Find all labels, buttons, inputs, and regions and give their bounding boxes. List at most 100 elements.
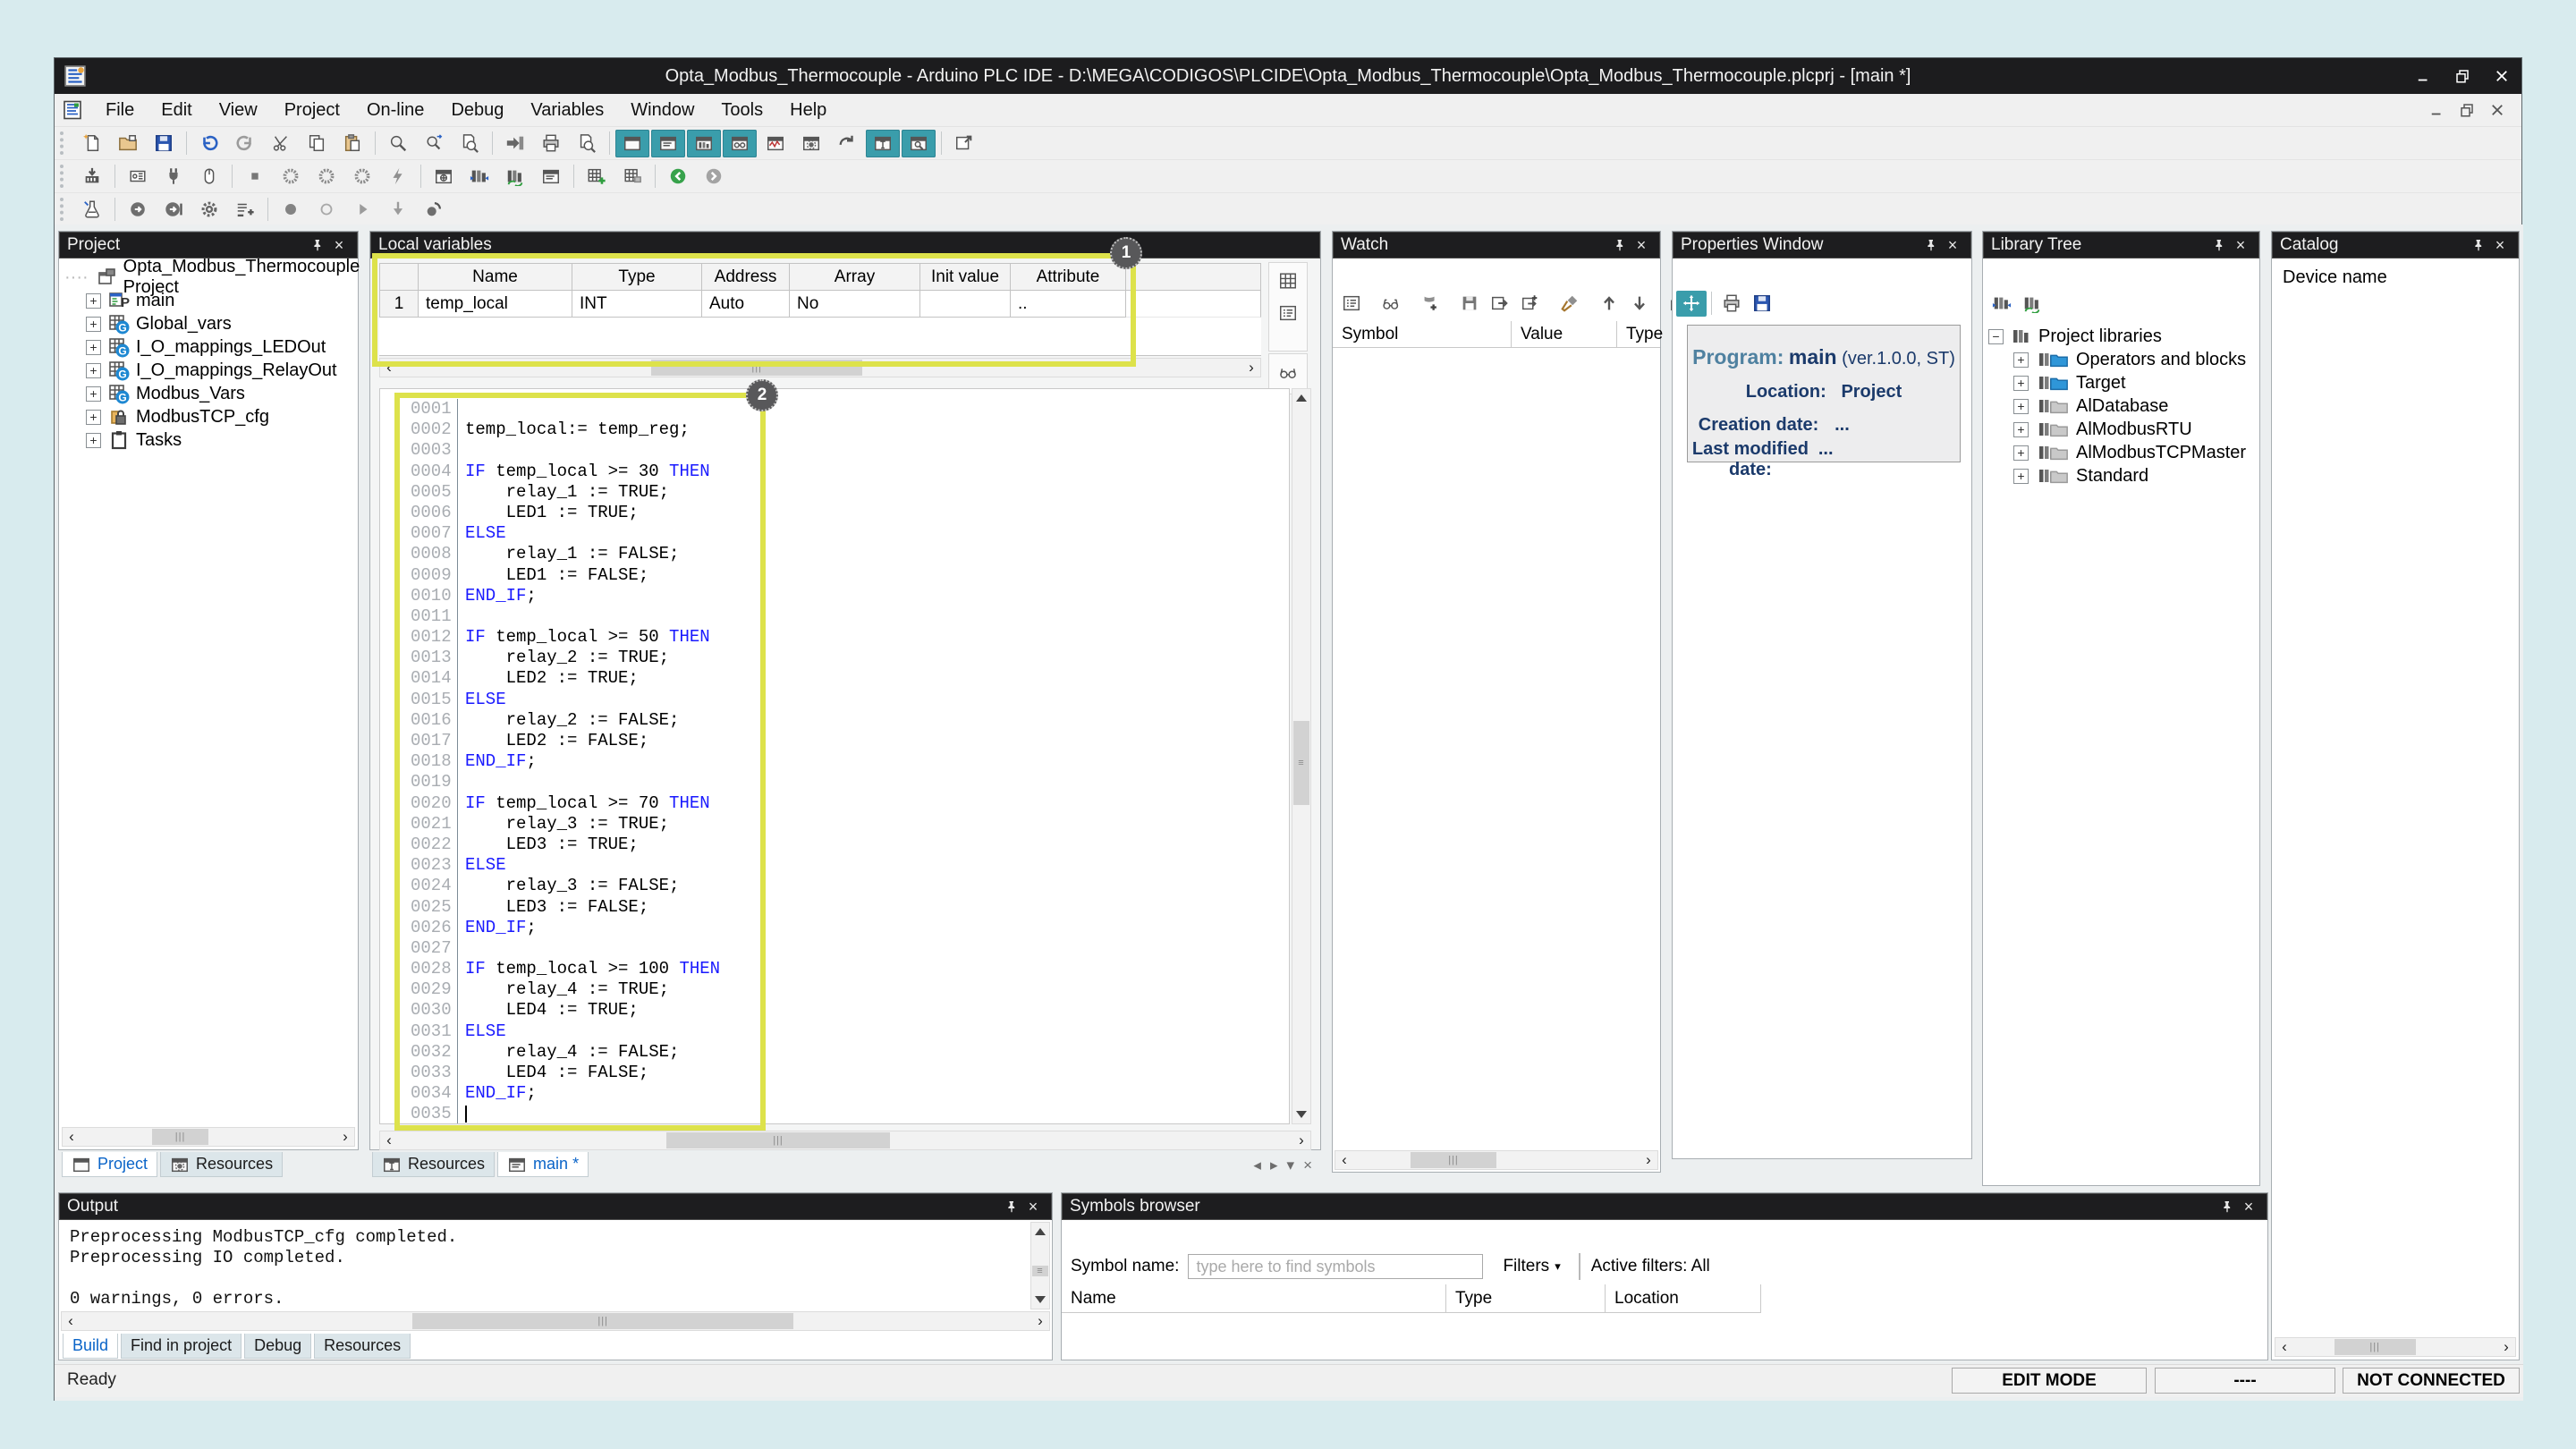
tab-scroll-right-icon[interactable]: ▸ (1270, 1157, 1278, 1174)
memory-layout-button[interactable] (534, 163, 568, 191)
watch-toolwindow-button[interactable] (723, 130, 757, 157)
filters-button[interactable]: Filters ▾ (1496, 1254, 1567, 1279)
mdi-minimize-button[interactable] (2421, 97, 2452, 123)
save-project-button[interactable] (147, 130, 181, 157)
editor-vscrollbar[interactable]: ≡ (1292, 388, 1311, 1124)
code-line[interactable]: 0018END_IF; (405, 751, 730, 772)
find-in-project-button[interactable] (453, 130, 487, 157)
output-vscrollbar[interactable]: ≡ (1030, 1222, 1050, 1309)
scroll-track[interactable]: ||| (2293, 1338, 2497, 1356)
scroll-right-icon[interactable]: › (1640, 1151, 1657, 1169)
table-empty-area[interactable] (379, 318, 1261, 356)
tree-item-project-root[interactable]: ····Opta_Modbus_Thermocouple Project (64, 266, 354, 289)
refresh-libraries-button[interactable] (498, 163, 532, 191)
expand-icon[interactable]: + (2013, 422, 2029, 437)
scroll-right-icon[interactable]: › (2497, 1338, 2515, 1356)
code-text[interactable]: END_IF; (457, 918, 547, 938)
code-line[interactable]: 0031ELSE (405, 1021, 730, 1042)
code-text[interactable]: ELSE (457, 1021, 516, 1042)
redo-button[interactable] (228, 130, 262, 157)
start-watch-button[interactable] (121, 196, 155, 224)
scroll-thumb[interactable]: ||| (412, 1313, 793, 1329)
close-icon[interactable]: × (1631, 234, 1652, 256)
tab-list-icon[interactable]: ▾ (1287, 1157, 1295, 1174)
code-text[interactable]: ELSE (457, 855, 516, 876)
expand-icon[interactable]: + (86, 317, 101, 332)
code-text[interactable]: relay_1 := TRUE; (457, 482, 679, 503)
code-line[interactable]: 0024 relay_3 := FALSE; (405, 876, 730, 896)
scroll-track[interactable]: ||| (398, 1131, 1292, 1149)
symbols-column-type[interactable]: Type (1446, 1284, 1606, 1313)
toolbar-grip[interactable] (60, 165, 72, 188)
code-text[interactable]: relay_2 := FALSE; (457, 710, 690, 731)
close-icon[interactable]: × (2489, 234, 2511, 256)
grid-view-icon[interactable] (1273, 267, 1303, 295)
expand-icon[interactable]: + (2013, 376, 2029, 391)
panel-tab-resources[interactable]: Resources (160, 1152, 283, 1177)
expand-icon[interactable]: + (2013, 469, 2029, 484)
expand-icon[interactable]: + (86, 433, 101, 448)
code-text[interactable] (457, 1104, 477, 1124)
output-tab-find-in-project[interactable]: Find in project (121, 1334, 242, 1359)
column-header-array[interactable]: Array (790, 263, 920, 291)
library-item-standard[interactable]: +Standard (1988, 464, 2256, 487)
scroll-thumb[interactable]: ||| (666, 1132, 890, 1148)
code-line[interactable]: 0011 (405, 606, 730, 627)
export-watch-new-button[interactable] (1515, 291, 1546, 317)
library-manager-button[interactable] (462, 163, 496, 191)
device-toolwindow-button[interactable] (794, 130, 828, 157)
code-text[interactable]: LED3 := FALSE; (457, 897, 659, 918)
menu-variables[interactable]: Variables (517, 94, 617, 126)
scroll-left-icon[interactable]: ‹ (63, 1128, 80, 1146)
code-text[interactable]: END_IF; (457, 586, 547, 606)
tree-item-main[interactable]: +Pmain (64, 289, 354, 312)
expand-icon[interactable]: + (2013, 399, 2029, 414)
scroll-thumb[interactable]: ||| (651, 360, 862, 376)
library-refresh-button[interactable] (2017, 291, 2047, 317)
code-line[interactable]: 0020IF temp_local >= 70 THEN (405, 793, 730, 814)
editor-tab-resources[interactable]: Resources (372, 1152, 495, 1177)
code-text[interactable]: LED1 := TRUE; (457, 503, 648, 523)
single-step-trigger-button[interactable] (381, 196, 415, 224)
code-text[interactable]: LED1 := FALSE; (457, 565, 659, 586)
watch-hscrollbar[interactable]: ‹|||› (1335, 1150, 1658, 1170)
code-line[interactable]: 0027 (405, 938, 730, 959)
address-cell[interactable]: Auto (702, 291, 790, 318)
output-tab-build[interactable]: Build (63, 1334, 118, 1359)
output-tab-resources[interactable]: Resources (314, 1334, 411, 1359)
menu-help[interactable]: Help (776, 94, 840, 126)
print-preview-button[interactable] (570, 130, 604, 157)
run-button[interactable] (381, 163, 415, 191)
simulation-device-button[interactable] (192, 163, 226, 191)
row-number[interactable]: 1 (379, 291, 419, 318)
tree-item-tasks[interactable]: +Tasks (64, 428, 354, 452)
copy-button[interactable] (300, 130, 334, 157)
library-import-button[interactable] (1987, 291, 2017, 317)
project-hscrollbar[interactable]: ‹ ||| › (62, 1127, 355, 1147)
code-line[interactable]: 0026END_IF; (405, 918, 730, 938)
column-header-address[interactable]: Address (702, 263, 790, 291)
code-line[interactable]: 0035 (405, 1104, 730, 1124)
code-line[interactable]: 0028IF temp_local >= 100 THEN (405, 959, 730, 979)
find-next-button[interactable] (417, 130, 451, 157)
mdi-restore-button[interactable] (2452, 97, 2482, 123)
tree-item-modbustcp-cfg[interactable]: +ModbusTCP_cfg (64, 405, 354, 428)
code-text[interactable] (457, 606, 475, 627)
code-line[interactable]: 0022 LED3 := TRUE; (405, 835, 730, 855)
library-item-target[interactable]: +Target (1988, 371, 2256, 394)
scroll-thumb[interactable]: ≡ (1293, 721, 1309, 805)
code-line[interactable]: 0023ELSE (405, 855, 730, 876)
paste-button[interactable] (335, 130, 369, 157)
code-line[interactable]: 0002temp_local:= temp_reg; (405, 419, 730, 440)
scroll-thumb[interactable]: ||| (1411, 1152, 1496, 1168)
column-header-init-value[interactable]: Init value (920, 263, 1011, 291)
add-to-watch-button[interactable] (228, 196, 262, 224)
scroll-thumb[interactable]: ||| (152, 1129, 208, 1145)
scroll-right-icon[interactable]: › (336, 1128, 354, 1146)
code-text[interactable]: relay_4 := FALSE; (457, 1042, 690, 1063)
code-line[interactable]: 0034END_IF; (405, 1083, 730, 1104)
close-icon[interactable]: × (1942, 234, 1963, 256)
close-icon[interactable]: × (2238, 1196, 2259, 1217)
run-trigger-button[interactable] (345, 196, 379, 224)
tree-item-i-o-mappings-relayout[interactable]: +GI_O_mappings_RelayOut (64, 359, 354, 382)
